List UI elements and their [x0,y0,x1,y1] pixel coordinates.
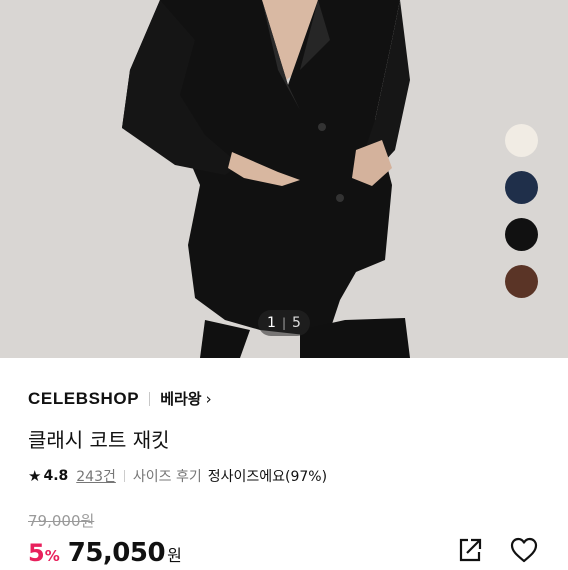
product-image-carousel[interactable]: 1 | 5 [0,0,568,358]
color-swatch-brown[interactable] [505,265,538,298]
review-count-link[interactable]: 243건 [76,466,116,486]
price-row: 5 % 75,050 원 [28,538,182,568]
rating-row: ★ 4.8 243건 사이즈 후기 정사이즈에요(97%) [28,466,327,486]
brand-row: CELEBSHOP 베라왕 › [28,388,212,409]
size-review-label: 사이즈 후기 [132,469,202,485]
like-button[interactable] [508,534,540,566]
original-price: 79,000원 [28,512,95,530]
product-title: 클래시 코트 재킷 [28,428,170,452]
size-review-summary: 정사이즈에요(97%) [207,469,328,485]
color-swatch-ivory[interactable] [505,124,538,157]
image-counter: 1 | 5 [258,310,310,336]
action-buttons [454,534,540,566]
seller-link[interactable]: 베라왕 [160,388,201,409]
discount-unit: % [44,547,60,565]
share-icon [459,538,482,562]
sale-price: 75,050 [67,538,166,568]
chevron-right-icon: › [205,389,212,408]
image-counter-current: 1 [267,315,276,331]
rating-divider [123,470,125,482]
brand-name[interactable]: CELEBSHOP [28,389,139,409]
color-swatches [505,124,538,298]
currency-unit: 원 [167,546,182,565]
product-photo [0,0,568,358]
rating-score: 4.8 [43,468,69,484]
image-counter-separator: | [281,316,287,330]
color-swatch-navy[interactable] [505,171,538,204]
color-swatch-black[interactable] [505,218,538,251]
star-icon: ★ [28,467,42,485]
discount-rate: 5 [28,539,45,567]
share-button[interactable] [454,534,486,566]
image-counter-total: 5 [292,315,301,331]
brand-divider [149,391,151,406]
heart-icon [510,537,538,563]
